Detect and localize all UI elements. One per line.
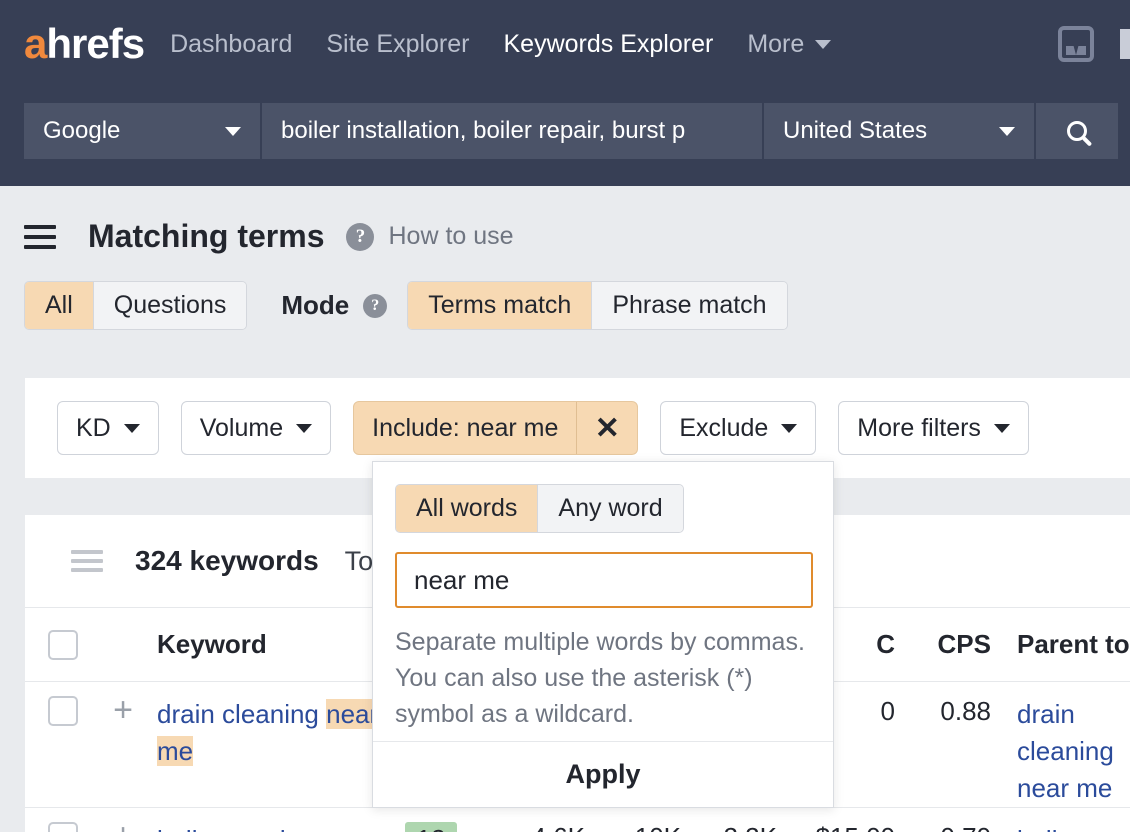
cell-kd: 12 bbox=[385, 822, 477, 832]
popup-hint-text: Separate multiple words by commas. You c… bbox=[395, 624, 811, 732]
cell-parent-topic: boiler repair bbox=[991, 822, 1130, 832]
row-select-cell bbox=[25, 696, 101, 726]
page-content: Matching terms ? How to use All Question… bbox=[0, 186, 1130, 832]
top-navigation-bar: ahrefs Dashboard Site Explorer Keywords … bbox=[0, 0, 1130, 186]
nav-link-more[interactable]: More bbox=[747, 30, 831, 59]
chevron-down-icon bbox=[124, 424, 140, 433]
search-engine-select[interactable]: Google bbox=[24, 103, 260, 159]
inbox-icon[interactable] bbox=[1058, 26, 1094, 62]
parent-topic-link[interactable]: drain cleaning near me bbox=[1017, 699, 1114, 803]
column-header-keyword[interactable]: Keyword bbox=[145, 629, 385, 660]
word-match-any-word[interactable]: Any word bbox=[537, 485, 682, 532]
row-expand-cell: + bbox=[101, 696, 145, 724]
include-filter-popup: All words Any word Separate multiple wor… bbox=[372, 461, 834, 808]
popup-footer: Apply bbox=[373, 741, 833, 807]
mode-tab-phrase-match[interactable]: Phrase match bbox=[591, 282, 786, 329]
logo-accent-letter: a bbox=[24, 20, 46, 67]
filter-label-kd: KD bbox=[76, 414, 111, 443]
search-icon bbox=[1067, 121, 1087, 141]
scope-tab-all[interactable]: All bbox=[25, 282, 93, 329]
word-match-segmented-control: All words Any word bbox=[395, 484, 684, 533]
row-checkbox[interactable] bbox=[48, 822, 78, 832]
page-title: Matching terms bbox=[88, 218, 324, 255]
word-match-all-words[interactable]: All words bbox=[396, 485, 537, 532]
filter-button-more-filters[interactable]: More filters bbox=[838, 401, 1029, 455]
search-submit-button[interactable] bbox=[1036, 103, 1118, 159]
search-query-input[interactable]: boiler installation, boiler repair, burs… bbox=[262, 103, 762, 159]
row-expand-cell: + bbox=[101, 822, 145, 832]
keyword-count: 324 keywords bbox=[135, 545, 319, 577]
cell-cpc: $15.00 bbox=[777, 822, 895, 832]
panel-edge-icon[interactable] bbox=[1120, 29, 1130, 59]
filter-label-exclude: Exclude bbox=[679, 414, 768, 443]
scope-segmented-control: All Questions bbox=[24, 281, 247, 330]
logo-text: hrefs bbox=[46, 20, 144, 67]
plus-icon[interactable]: + bbox=[113, 696, 133, 724]
nav-links: Dashboard Site Explorer Keywords Explore… bbox=[170, 30, 831, 59]
mode-help-icon[interactable]: ? bbox=[363, 294, 387, 318]
table-row: + boiler repair 12 4.6K 10K 2.2K $15.00 … bbox=[25, 808, 1130, 832]
nav-link-keywords-explorer[interactable]: Keywords Explorer bbox=[504, 30, 714, 59]
popup-body: All words Any word Separate multiple wor… bbox=[373, 462, 833, 746]
filter-button-exclude[interactable]: Exclude bbox=[660, 401, 816, 455]
nav-link-site-explorer[interactable]: Site Explorer bbox=[326, 30, 469, 59]
chevron-down-icon bbox=[815, 40, 831, 49]
keyword-text: drain cleaning bbox=[157, 699, 326, 729]
chevron-down-icon bbox=[225, 127, 241, 136]
parent-topic-link[interactable]: boiler repair bbox=[1017, 825, 1083, 832]
page-header: Matching terms ? How to use bbox=[0, 186, 1130, 255]
help-icon[interactable]: ? bbox=[346, 223, 374, 251]
filter-label-more-filters: More filters bbox=[857, 414, 981, 443]
select-all-cell bbox=[25, 630, 101, 660]
cell-keyword: drain cleaning near me bbox=[145, 696, 385, 770]
nav-link-dashboard[interactable]: Dashboard bbox=[170, 30, 292, 59]
segmented-controls-row: All Questions Mode ? Terms match Phrase … bbox=[0, 255, 1130, 330]
cell-parent-topic: drain cleaning near me bbox=[991, 696, 1130, 807]
select-all-checkbox[interactable] bbox=[48, 630, 78, 660]
ahrefs-logo[interactable]: ahrefs bbox=[24, 23, 144, 65]
nav-row: ahrefs Dashboard Site Explorer Keywords … bbox=[0, 0, 1130, 88]
chevron-down-icon bbox=[994, 424, 1010, 433]
mode-segmented-control: Terms match Phrase match bbox=[407, 281, 787, 330]
chevron-down-icon bbox=[999, 127, 1015, 136]
nav-more-label: More bbox=[747, 30, 804, 59]
cell-cps: 0.88 bbox=[895, 696, 991, 727]
cell-volume: 4.6K bbox=[477, 822, 585, 832]
chevron-down-icon bbox=[781, 424, 797, 433]
plus-icon[interactable]: + bbox=[113, 822, 133, 832]
filter-button-include[interactable]: Include: near me ✕ bbox=[353, 401, 638, 455]
keyword-link[interactable]: boiler repair bbox=[157, 825, 294, 832]
column-header-parent-topic[interactable]: Parent topic bbox=[991, 629, 1130, 660]
filter-label-volume: Volume bbox=[200, 414, 283, 443]
country-select[interactable]: United States bbox=[764, 103, 1034, 159]
apply-button[interactable]: Apply bbox=[565, 759, 640, 790]
row-checkbox[interactable] bbox=[48, 696, 78, 726]
search-engine-value: Google bbox=[43, 117, 120, 145]
keyword-link[interactable]: drain cleaning near me bbox=[157, 699, 378, 766]
column-header-cps[interactable]: CPS bbox=[895, 629, 991, 660]
cell-tp: 2.2K bbox=[681, 822, 777, 832]
search-bar: Google boiler installation, boiler repai… bbox=[24, 103, 1118, 159]
filter-button-kd[interactable]: KD bbox=[57, 401, 159, 455]
table-options-icon[interactable] bbox=[71, 550, 103, 572]
menu-toggle-icon[interactable] bbox=[24, 225, 56, 249]
close-icon[interactable]: ✕ bbox=[577, 402, 637, 454]
chevron-down-icon bbox=[296, 424, 312, 433]
cell-gv: 10K bbox=[585, 822, 681, 832]
kd-badge: 12 bbox=[405, 822, 458, 832]
cell-cps: 0.70 bbox=[895, 822, 991, 832]
include-words-input[interactable] bbox=[395, 552, 813, 608]
country-value: United States bbox=[783, 117, 927, 145]
mode-tab-terms-match[interactable]: Terms match bbox=[408, 282, 591, 329]
mode-label: Mode bbox=[281, 290, 349, 321]
filter-button-volume[interactable]: Volume bbox=[181, 401, 331, 455]
cell-keyword: boiler repair bbox=[145, 822, 385, 832]
how-to-use-link[interactable]: How to use bbox=[388, 222, 513, 251]
row-select-cell bbox=[25, 822, 101, 832]
scope-tab-questions[interactable]: Questions bbox=[93, 282, 247, 329]
filter-label-include: Include: near me bbox=[354, 402, 576, 454]
nav-right-icons bbox=[1058, 0, 1130, 88]
